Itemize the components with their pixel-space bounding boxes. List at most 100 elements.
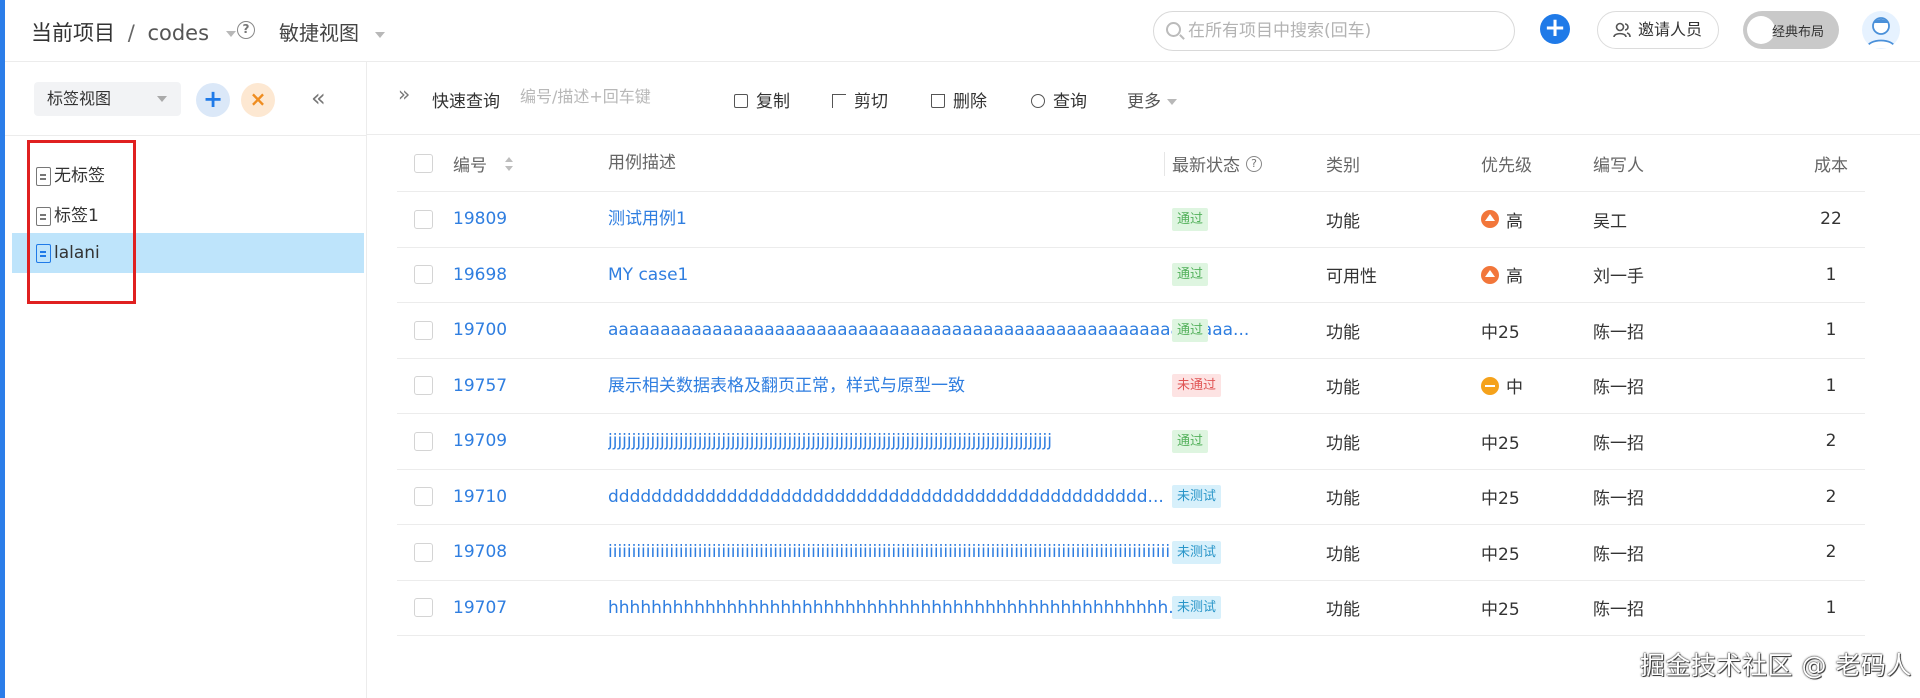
row-checkbox[interactable] xyxy=(414,192,433,247)
chevron-down-icon xyxy=(1167,99,1177,105)
collapse-sidebar-icon[interactable]: « xyxy=(311,84,326,112)
author-cell: 陈一招 xyxy=(1593,378,1644,399)
case-id-link[interactable]: 19707 xyxy=(453,581,573,636)
status-cell: 未测试 xyxy=(1172,470,1292,525)
author-cell: 陈一招 xyxy=(1593,322,1644,343)
case-toolbar: » 快速查询 复制 剪切 删除 查询 更多 xyxy=(367,62,1920,135)
table-row[interactable]: 19708 iiiiiiiiiiiiiiiiiiiiiiiiiiiiiiiiiii… xyxy=(397,525,1865,581)
copy-button[interactable]: 复制 xyxy=(734,87,790,112)
status-badge: 未测试 xyxy=(1172,596,1222,620)
table-row[interactable]: 19710 ddddddddddddddddddddddddddddddddddd… xyxy=(397,470,1865,525)
quick-query-label: 快速查询 xyxy=(432,92,500,112)
cost-cell: 2 xyxy=(1825,542,1837,563)
case-id-link[interactable]: 19708 xyxy=(453,525,573,580)
search-icon xyxy=(1031,94,1045,108)
tag-view-select[interactable]: 标签视图 xyxy=(34,82,181,116)
priority-cell: 中25 xyxy=(1481,470,1591,525)
user-avatar-icon xyxy=(1866,17,1896,49)
type-cell: 功能 xyxy=(1326,544,1360,565)
priority-cell: 高 xyxy=(1481,248,1591,303)
sort-icon[interactable] xyxy=(505,156,513,171)
chevron-down-icon xyxy=(157,96,167,102)
more-label: 更多 xyxy=(1127,92,1161,112)
delete-button[interactable]: 删除 xyxy=(931,87,987,112)
table-row[interactable]: 19700 aaaaaaaaaaaaaaaaaaaaaaaaaaaaaaaaaaa… xyxy=(397,303,1865,359)
priority-cell: 中25 xyxy=(1481,303,1591,358)
help-icon[interactable]: ? xyxy=(1246,155,1262,172)
cost-cell: 1 xyxy=(1825,597,1837,618)
layout-toggle-label: 经典布局 xyxy=(1772,25,1825,40)
table-row[interactable]: 19757 展示相关数据表格及翻页正常，样式与原型一致 未通过 功能中陈一招 1 xyxy=(397,359,1865,414)
top-bar: 当前项目 / codes ? 敏捷视图 + 邀请人员 经典布局 xyxy=(5,0,1920,62)
status-cell: 通过 xyxy=(1172,192,1292,247)
more-menu[interactable]: 更多 xyxy=(1127,87,1177,112)
query-button[interactable]: 查询 xyxy=(1031,87,1087,112)
user-avatar[interactable] xyxy=(1862,11,1900,49)
global-add-button[interactable]: + xyxy=(1540,14,1570,44)
author-cell: 陈一招 xyxy=(1593,600,1644,621)
test-case-table: 编号 用例描述 最新状态 ? 类别 优先级 编写人 成本 19809 测试用例1 通… xyxy=(397,136,1865,636)
row-checkbox[interactable] xyxy=(414,470,433,525)
row-checkbox[interactable] xyxy=(414,303,433,358)
priority-cell: 高 xyxy=(1481,192,1591,247)
table-row[interactable]: 19698 MY case1 通过 可用性高刘一手 1 xyxy=(397,248,1865,303)
view-switcher[interactable]: 敏捷视图 xyxy=(279,17,386,46)
global-search[interactable] xyxy=(1153,11,1515,51)
priority-label: 中25 xyxy=(1481,433,1520,454)
priority-label: 中 xyxy=(1506,378,1523,399)
trash-icon xyxy=(931,94,945,108)
add-tag-button[interactable]: + xyxy=(196,83,230,117)
status-badge: 通过 xyxy=(1172,429,1209,453)
table-row[interactable]: 19709 jjjjjjjjjjjjjjjjjjjjjjjjjjjjjjjjjjj… xyxy=(397,414,1865,470)
tag-sidebar: 标签视图 + × « 无标签 标签1 lalani xyxy=(5,62,367,698)
priority-cell: 中 xyxy=(1481,359,1591,414)
cut-button[interactable]: 剪切 xyxy=(832,87,888,112)
search-input[interactable] xyxy=(1188,20,1498,42)
select-all-checkbox[interactable] xyxy=(414,136,433,191)
author-cell: 陈一招 xyxy=(1593,544,1644,565)
row-checkbox[interactable] xyxy=(414,248,433,303)
priority-cell: 中25 xyxy=(1481,525,1591,580)
status-badge: 未测试 xyxy=(1172,540,1222,564)
row-checkbox[interactable] xyxy=(414,525,433,580)
column-header-type: 类别 xyxy=(1326,156,1360,176)
case-id-link[interactable]: 19809 xyxy=(453,192,573,247)
cut-label: 剪切 xyxy=(854,92,888,112)
save-icon xyxy=(734,94,748,108)
case-id-link[interactable]: 19698 xyxy=(453,248,573,303)
column-label: 最新状态 xyxy=(1172,156,1240,176)
help-icon[interactable]: ? xyxy=(237,21,255,39)
case-id-link[interactable]: 19700 xyxy=(453,303,573,358)
classic-layout-toggle[interactable]: 经典布局 xyxy=(1743,11,1839,49)
priority-label: 高 xyxy=(1506,211,1523,232)
project-breadcrumb[interactable]: 当前项目 / codes xyxy=(31,17,236,47)
case-id-link[interactable]: 19757 xyxy=(453,359,573,414)
column-header-status: 最新状态 ? xyxy=(1172,136,1292,191)
table-header-row: 编号 用例描述 最新状态 ? 类别 优先级 编写人 成本 xyxy=(397,136,1865,192)
cost-cell: 1 xyxy=(1825,264,1837,285)
invite-members-button[interactable]: 邀请人员 xyxy=(1597,11,1719,49)
table-row[interactable]: 19809 测试用例1 通过 功能高吴工 22 xyxy=(397,192,1865,248)
author-cell: 吴工 xyxy=(1593,211,1627,232)
column-divider xyxy=(1164,152,1165,176)
cost-cell: 1 xyxy=(1825,375,1837,396)
column-header-id[interactable]: 编号 xyxy=(453,136,573,191)
delete-tag-button[interactable]: × xyxy=(241,83,275,117)
status-badge: 未测试 xyxy=(1172,485,1222,509)
expand-sidebar-icon[interactable]: » xyxy=(398,82,410,106)
priority-label: 中25 xyxy=(1481,322,1520,343)
row-checkbox[interactable] xyxy=(414,359,433,414)
table-row[interactable]: 19707 hhhhhhhhhhhhhhhhhhhhhhhhhhhhhhhhhhh… xyxy=(397,581,1865,636)
invite-label: 邀请人员 xyxy=(1638,20,1703,39)
row-checkbox[interactable] xyxy=(414,581,433,636)
status-cell: 通过 xyxy=(1172,303,1292,358)
case-id-link[interactable]: 19710 xyxy=(453,470,573,525)
row-checkbox[interactable] xyxy=(414,414,433,469)
tag-view-value: 标签视图 xyxy=(47,89,112,108)
column-header-priority: 优先级 xyxy=(1481,156,1532,176)
status-badge: 通过 xyxy=(1172,318,1209,342)
quick-query-input[interactable] xyxy=(520,87,680,106)
chevron-down-icon xyxy=(375,31,386,38)
case-id-link[interactable]: 19709 xyxy=(453,414,573,469)
project-label: 当前项目 xyxy=(31,21,115,45)
